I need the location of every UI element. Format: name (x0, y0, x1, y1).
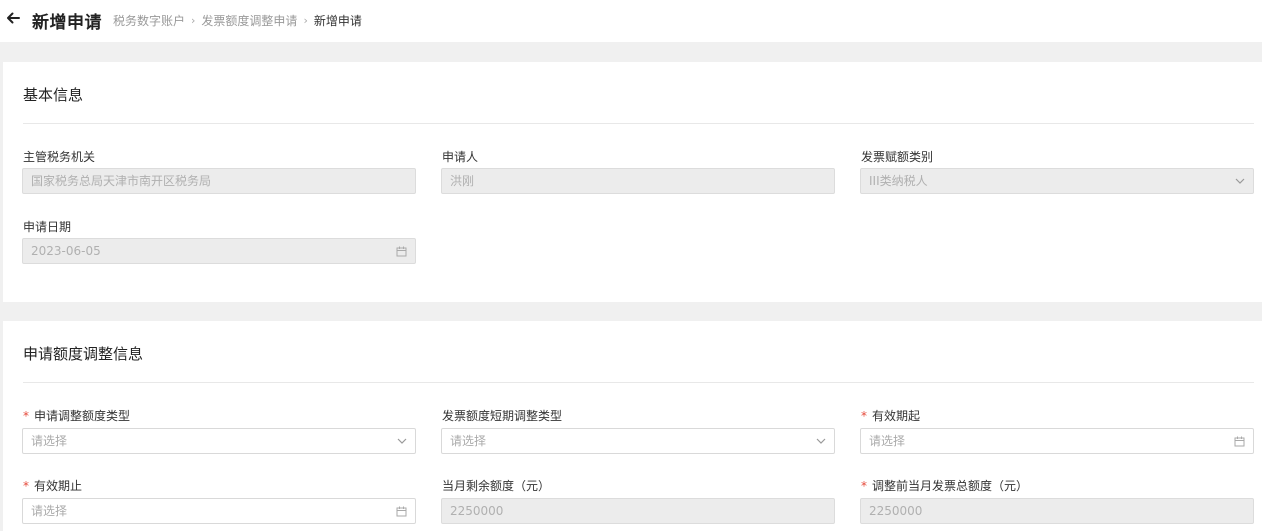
short-term-type-select[interactable]: 请选择 (441, 428, 835, 454)
breadcrumb-item-tax-account[interactable]: 税务数字账户 (113, 12, 185, 29)
adjust-type-placeholder: 请选择 (31, 434, 68, 448)
applicant-field: 洪刚 (441, 168, 835, 194)
remaining-amount-field: 2250000 (441, 498, 835, 524)
calendar-icon (396, 499, 407, 523)
required-mark: * (861, 479, 867, 493)
valid-from-label: * 有效期起 (861, 409, 921, 423)
adjust-type-select[interactable]: 请选择 (22, 428, 416, 454)
breadcrumb-item-current: 新增申请 (313, 14, 362, 28)
divider (23, 382, 1254, 383)
applicant-value: 洪刚 (450, 174, 475, 188)
total-before-value: 2250000 (869, 504, 923, 518)
valid-from-placeholder: 请选择 (869, 434, 906, 448)
applicant-label: 申请人 (442, 150, 479, 164)
adjust-info-card: 申请额度调整信息 * 申请调整额度类型 请选择 发票额度短期调整类型 请选择 * 有… (3, 321, 1262, 531)
page-header: 新增申请 税务数字账户 › 发票额度调整申请 › 新增申请 (0, 0, 1262, 42)
remaining-amount-label: 当月剩余额度（元） (442, 479, 551, 493)
valid-to-label: * 有效期止 (23, 479, 83, 493)
calendar-icon (1234, 429, 1245, 453)
basic-info-card: 基本信息 主管税务机关 国家税务总局天津市南开区税务局 申请人 洪刚 发票赋额类… (3, 62, 1262, 302)
total-before-label: * 调整前当月发票总额度（元） (861, 479, 1029, 493)
invoice-category-label: 发票赋额类别 (861, 150, 934, 164)
calendar-icon (396, 239, 407, 263)
remaining-amount-value: 2250000 (450, 504, 504, 518)
invoice-category-value: III类纳税人 (869, 174, 928, 188)
arrow-left-icon[interactable] (4, 9, 22, 27)
apply-date-value: 2023-06-05 (31, 244, 101, 258)
chevron-down-icon (1235, 169, 1245, 193)
tax-authority-label: 主管税务机关 (23, 150, 96, 164)
required-mark: * (23, 479, 29, 493)
valid-to-date-picker[interactable]: 请选择 (22, 498, 416, 524)
total-before-field: 2250000 (860, 498, 1254, 524)
breadcrumb: 税务数字账户 › 发票额度调整申请 › 新增申请 (113, 12, 362, 29)
required-mark: * (23, 409, 29, 423)
chevron-right-icon: › (191, 14, 196, 27)
page-title: 新增申请 (32, 13, 102, 33)
divider (23, 123, 1254, 124)
valid-from-date-picker[interactable]: 请选择 (860, 428, 1254, 454)
adjust-type-label: * 申请调整额度类型 (23, 409, 131, 423)
invoice-category-select: III类纳税人 (860, 168, 1254, 194)
required-mark: * (861, 409, 867, 423)
apply-date-field: 2023-06-05 (22, 238, 416, 264)
short-term-type-placeholder: 请选择 (450, 434, 487, 448)
tax-authority-field: 国家税务总局天津市南开区税务局 (22, 168, 416, 194)
basic-info-title: 基本信息 (23, 86, 84, 104)
breadcrumb-item-invoice-adjust[interactable]: 发票额度调整申请 (201, 12, 297, 29)
short-term-type-label: 发票额度短期调整类型 (442, 409, 563, 423)
valid-to-placeholder: 请选择 (31, 504, 68, 518)
chevron-down-icon (816, 429, 826, 453)
chevron-down-icon (397, 429, 407, 453)
tax-authority-value: 国家税务总局天津市南开区税务局 (31, 174, 212, 188)
adjust-info-title: 申请额度调整信息 (23, 345, 144, 363)
chevron-right-icon: › (303, 14, 308, 27)
apply-date-label: 申请日期 (23, 220, 72, 234)
